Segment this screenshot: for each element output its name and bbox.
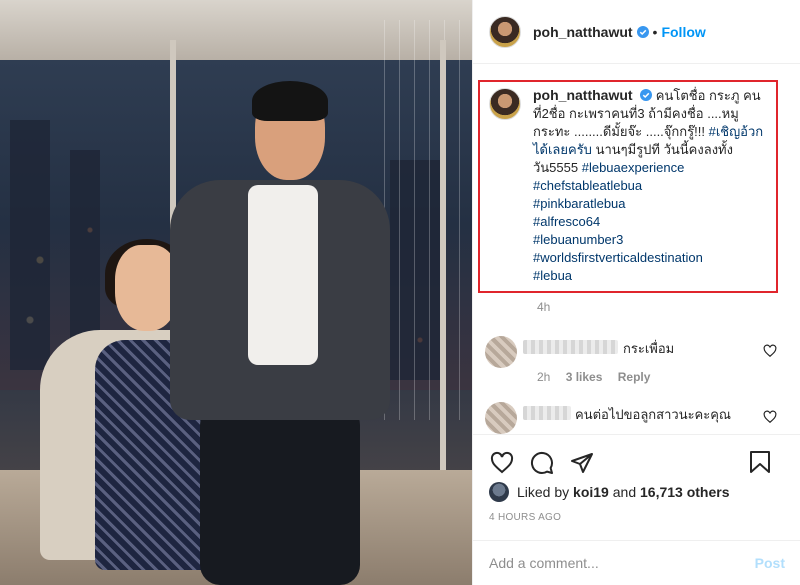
comment-text: คนต่อไปขอลูกสาวนะคะคุณ xyxy=(575,407,731,422)
comment-likes[interactable]: 3 likes xyxy=(566,370,603,384)
comment-item: กระเพื่อม 2h 3 likes Reply xyxy=(485,336,795,388)
heart-icon xyxy=(490,451,514,473)
share-button[interactable] xyxy=(569,450,595,476)
liked-by-prefix: Liked by xyxy=(517,484,570,500)
liked-by: Liked by koi19 and 16,713 others xyxy=(489,482,730,502)
verified-badge-icon xyxy=(640,89,653,101)
man-hair xyxy=(252,81,328,121)
comment-text: กระเพื่อม xyxy=(623,341,675,356)
caption-text: poh_natthawut คนโตชื่อ กระภู คนที่2ชื่อ … xyxy=(533,86,773,285)
comment-icon xyxy=(530,451,553,474)
comment-item: คนต่อไปขอลูกสาวนะคะคุณ xyxy=(485,402,795,434)
post-side-panel: poh_natthawut • Follow poh_natthawut คนโ… xyxy=(472,0,800,585)
photo-window-frame xyxy=(440,40,446,510)
comment-input[interactable] xyxy=(489,555,755,571)
liked-by-middle: and xyxy=(612,484,637,500)
comment-heart-icon[interactable] xyxy=(763,344,777,358)
caption-hashtag[interactable]: #lebua xyxy=(533,267,773,285)
man-shirt xyxy=(248,185,318,365)
like-button[interactable] xyxy=(489,450,515,476)
comment-avatar[interactable] xyxy=(485,336,517,368)
comment-meta: 2h 3 likes Reply xyxy=(537,370,662,384)
comment-button[interactable] xyxy=(529,450,555,476)
comments-scroll-area[interactable]: poh_natthawut คนโตชื่อ กระภู คนที่2ชื่อ … xyxy=(473,64,800,434)
caption-hashtag[interactable]: #lebuaexperience xyxy=(582,160,685,175)
caption-time[interactable]: 4h xyxy=(537,300,550,314)
caption-hashtag[interactable]: #lebuanumber3 xyxy=(533,231,773,249)
caption-hashtag[interactable]: #worldsfirstverticaldestination xyxy=(533,249,773,267)
man-pants xyxy=(200,405,360,585)
liked-by-user[interactable]: koi19 xyxy=(573,484,609,500)
save-button[interactable] xyxy=(747,449,773,475)
post-timestamp[interactable]: 4 HOURS AGO xyxy=(489,512,561,523)
post-photo[interactable] xyxy=(0,0,472,585)
photo-man xyxy=(170,81,390,585)
comment-avatar[interactable] xyxy=(485,402,517,434)
caption-hashtag[interactable]: #pinkbaratlebua xyxy=(533,195,773,213)
add-comment-bar: Post xyxy=(473,540,800,585)
caption: poh_natthawut คนโตชื่อ กระภู คนที่2ชื่อ … xyxy=(489,86,779,285)
comment-time[interactable]: 2h xyxy=(537,370,550,384)
liked-by-others[interactable]: 16,713 others xyxy=(640,484,730,500)
caption-hashtag[interactable]: #alfresco64 xyxy=(533,213,773,231)
caption-hashtag[interactable]: #chefstableatlebua xyxy=(533,177,773,195)
author-avatar[interactable] xyxy=(489,15,521,48)
caption-username[interactable]: poh_natthawut xyxy=(533,87,633,103)
liked-by-avatar[interactable] xyxy=(489,482,509,502)
photo-building xyxy=(10,120,50,370)
comment-username-blurred[interactable] xyxy=(523,340,618,354)
comment-username-blurred[interactable] xyxy=(523,406,571,420)
caption-avatar[interactable] xyxy=(489,88,521,120)
author-username[interactable]: poh_natthawut xyxy=(533,24,633,40)
post-comment-button[interactable]: Post xyxy=(755,555,785,571)
bookmark-icon xyxy=(750,451,770,473)
comment-heart-icon[interactable] xyxy=(763,410,777,424)
comment-reply-button[interactable]: Reply xyxy=(618,370,651,384)
separator-dot: • xyxy=(652,23,658,40)
verified-badge-icon xyxy=(636,25,649,38)
share-icon xyxy=(571,452,593,473)
follow-button[interactable]: Follow xyxy=(661,24,705,40)
post-header: poh_natthawut • Follow xyxy=(473,0,800,64)
